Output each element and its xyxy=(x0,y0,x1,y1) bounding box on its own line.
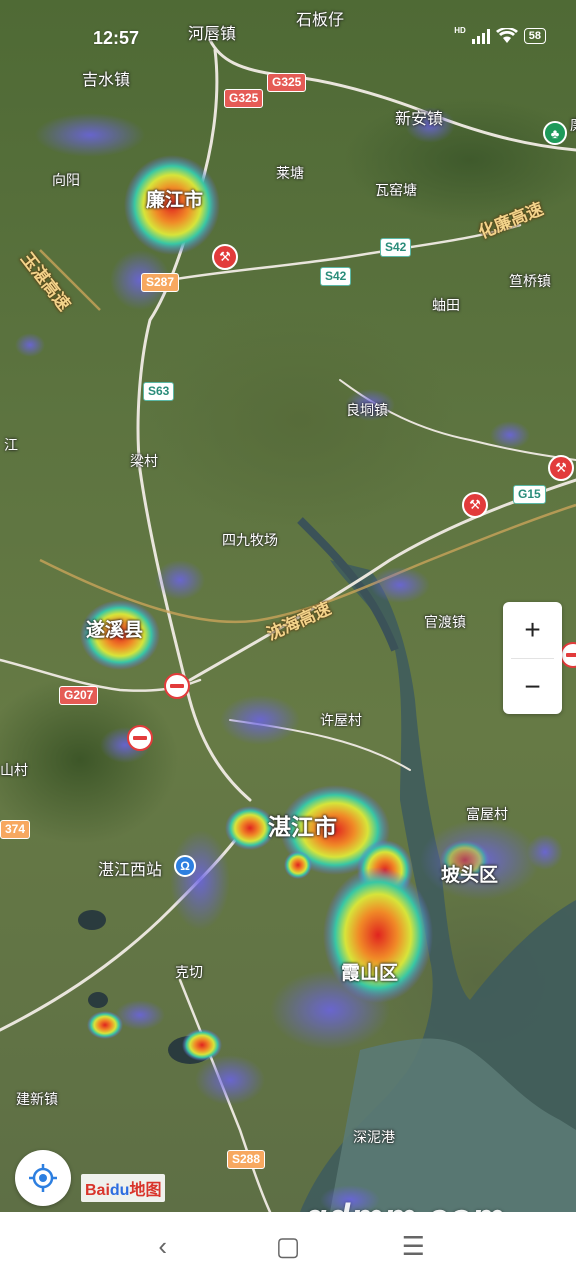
map-view[interactable]: 12:57 HD 58 河唇镇 石板仔 吉水镇 新安镇 向阳 廉江市 莱塘 瓦窑… xyxy=(0,0,576,1212)
zoom-control: + − xyxy=(503,602,562,714)
crosshair-icon xyxy=(29,1164,57,1192)
roadwork-icon[interactable]: ⚒ xyxy=(462,492,488,518)
roadwork-icon[interactable]: ⚒ xyxy=(548,455,574,481)
lake-3 xyxy=(78,910,106,930)
logo-cn: 地图 xyxy=(129,1182,162,1199)
shield-g325-2[interactable]: G325 xyxy=(224,89,264,108)
label-zhanjiang-west-station[interactable]: 湛江西站 xyxy=(98,856,162,880)
label-kedian[interactable]: 克切 xyxy=(175,962,203,982)
label-wayao[interactable]: 瓦窑塘 xyxy=(375,180,417,200)
label-xinan[interactable]: 新安镇 xyxy=(395,105,443,129)
zoom-out-button[interactable]: − xyxy=(503,659,562,715)
label-zhaqiao[interactable]: 笪桥镇 xyxy=(509,271,551,291)
road-g325 xyxy=(208,38,576,152)
label-xiashan[interactable]: 霞山区 xyxy=(341,958,398,985)
label-jishui[interactable]: 吉水镇 xyxy=(82,66,130,90)
label-guandu[interactable]: 官渡镇 xyxy=(424,612,466,632)
railway-station-icon[interactable]: Ω xyxy=(174,855,196,877)
label-xiangyang[interactable]: 向阳 xyxy=(52,170,80,190)
shield-s287[interactable]: S287 xyxy=(141,273,180,292)
no-entry-icon[interactable] xyxy=(164,673,190,699)
logo-du: du xyxy=(109,1182,130,1199)
park-icon[interactable]: ♣ xyxy=(543,121,567,145)
label-tiantian[interactable]: 蚰田 xyxy=(432,295,460,315)
back-button[interactable]: ‹ xyxy=(133,1221,193,1271)
menu-button[interactable]: ☰ xyxy=(383,1221,443,1271)
label-fuwu[interactable]: 富屋村 xyxy=(466,804,508,824)
label-lianjiang[interactable]: 廉江市 xyxy=(146,185,203,212)
label-liangcun[interactable]: 梁村 xyxy=(130,451,158,471)
shield-g207[interactable]: G207 xyxy=(59,686,99,705)
shield-s42-2[interactable]: S42 xyxy=(320,267,352,286)
shield-s288[interactable]: S288 xyxy=(227,1150,266,1169)
shield-374[interactable]: 374 xyxy=(0,820,31,839)
label-shibanzi[interactable]: 石板仔 xyxy=(296,6,344,30)
baidu-logo: Baidu地图 xyxy=(81,1174,166,1202)
label-shancun[interactable]: 山村 xyxy=(0,760,28,780)
label-hejiao[interactable]: 河唇镇 xyxy=(188,20,236,44)
label-suixi[interactable]: 遂溪县 xyxy=(86,615,143,642)
label-simu[interactable]: 四九牧场 xyxy=(222,530,278,550)
watermark: gdmm.com xyxy=(305,1196,505,1212)
label-caotang[interactable]: 莱塘 xyxy=(276,163,304,183)
lake-2 xyxy=(88,992,108,1008)
locate-button[interactable] xyxy=(15,1150,71,1206)
home-button[interactable]: ▢ xyxy=(258,1221,318,1271)
shield-s42-1[interactable]: S42 xyxy=(380,238,412,257)
label-jiang-edge[interactable]: 江 xyxy=(4,435,18,455)
label-edge-right[interactable]: 廉 xyxy=(570,115,576,135)
system-nav-bar: ‹ ▢ ☰ xyxy=(0,1212,576,1280)
zoom-in-button[interactable]: + xyxy=(503,602,562,658)
shield-s63[interactable]: S63 xyxy=(143,382,175,401)
label-liangdong[interactable]: 良垌镇 xyxy=(346,400,388,420)
shield-g15[interactable]: G15 xyxy=(513,485,546,504)
roadwork-icon[interactable]: ⚒ xyxy=(212,244,238,270)
no-entry-icon[interactable] xyxy=(127,725,153,751)
label-potou[interactable]: 坡头区 xyxy=(441,860,498,887)
label-xuwu[interactable]: 许屋村 xyxy=(320,710,362,730)
label-zhanjiang[interactable]: 湛江市 xyxy=(268,808,337,842)
label-shenni[interactable]: 深泥港 xyxy=(353,1127,395,1147)
label-jianxin[interactable]: 建新镇 xyxy=(16,1089,58,1109)
logo-bai: Bai xyxy=(85,1182,110,1199)
shield-g325-1[interactable]: G325 xyxy=(267,73,307,92)
